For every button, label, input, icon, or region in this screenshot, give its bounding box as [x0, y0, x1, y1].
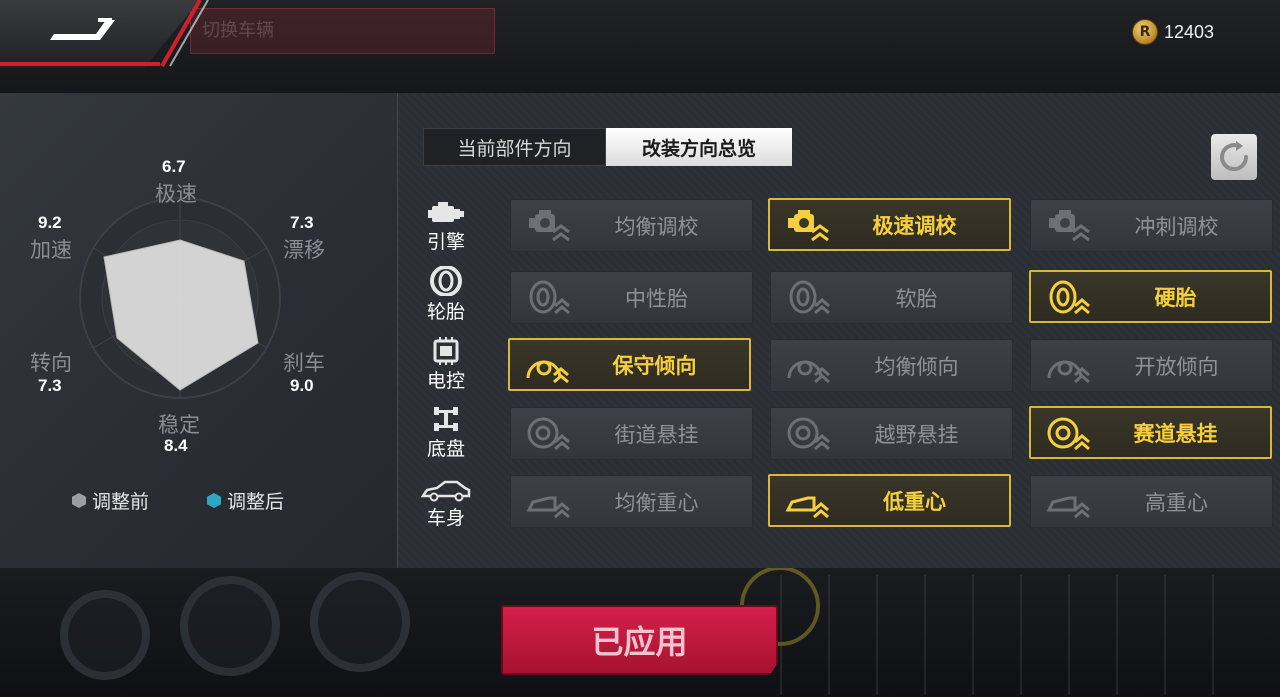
- option-balanced-tendency[interactable]: 均衡倾向: [770, 339, 1013, 392]
- option-neutral-tire[interactable]: 中性胎: [510, 271, 753, 324]
- logo-red-edge: [160, 0, 209, 67]
- tire-icon: [430, 266, 462, 296]
- background-circle: [180, 576, 280, 676]
- radar-legend: 调整前 调整后: [72, 487, 342, 514]
- ecu-chip-icon: [433, 337, 459, 365]
- stat-steering-label: 转向: [30, 351, 72, 375]
- ecu-upgrade-icon: [526, 360, 569, 384]
- ecu-upgrade-icon: [1047, 360, 1090, 384]
- refresh-button[interactable]: [1211, 134, 1257, 180]
- tire-upgrade-icon: [789, 280, 830, 315]
- legend-before: 调整前: [72, 487, 149, 514]
- stat-top-speed-value: 6.7: [162, 157, 186, 176]
- body-upgrade-icon: [526, 496, 570, 519]
- engine-upgrade-icon: [788, 210, 829, 242]
- car-body-icon: [421, 480, 471, 502]
- category-chassis-label: 底盘: [426, 438, 465, 460]
- background-hint-text: 切换车辆: [202, 20, 274, 41]
- currency-display: R 12403: [1132, 18, 1214, 46]
- refresh-icon: [1220, 141, 1249, 172]
- stat-brake-label: 刹车: [283, 351, 325, 375]
- stat-drift-value: 7.3: [290, 213, 314, 232]
- apply-button-label: 已应用: [591, 623, 688, 661]
- ecu-upgrade-icon: [787, 360, 830, 384]
- coin-glyph: R: [1139, 24, 1151, 40]
- background-road: [780, 575, 1260, 695]
- tab-current-parts[interactable]: 当前部件方向: [423, 128, 606, 166]
- tire-upgrade-icon: [529, 280, 570, 315]
- engine-icon: [428, 202, 464, 222]
- tab-current-parts-label: 当前部件方向: [457, 137, 572, 160]
- legend-after-label: 调整后: [227, 491, 285, 513]
- stat-acceleration-value: 9.2: [38, 213, 62, 232]
- background-circle: [310, 572, 410, 672]
- category-chassis: 底盘: [418, 405, 474, 461]
- tab-overview[interactable]: 改装方向总览: [606, 128, 792, 166]
- option-top-speed-tuning[interactable]: 极速调校: [768, 198, 1011, 251]
- category-engine-label: 引擎: [426, 231, 465, 253]
- option-low-center-of-gravity[interactable]: 低重心: [768, 474, 1011, 527]
- stat-stability-value: 8.4: [164, 436, 188, 455]
- apply-button[interactable]: 已应用: [501, 605, 778, 675]
- option-sprint-tuning[interactable]: 冲刺调校: [1030, 199, 1273, 252]
- option-balanced-tuning[interactable]: 均衡调校: [510, 199, 753, 252]
- body-upgrade-icon: [1046, 496, 1090, 519]
- stat-steering-value: 7.3: [38, 376, 62, 395]
- suspension-upgrade-icon: [527, 417, 570, 451]
- background-circle: [60, 590, 150, 680]
- stat-stability-label: 稳定: [158, 413, 200, 437]
- engine-upgrade-icon: [1049, 210, 1090, 242]
- option-conservative-tendency[interactable]: 保守倾向: [508, 338, 751, 391]
- option-street-suspension[interactable]: 街道悬挂: [510, 407, 753, 460]
- hexagon-teal-icon: [207, 493, 222, 508]
- option-soft-tire[interactable]: 软胎: [770, 271, 1013, 324]
- option-high-center-of-gravity[interactable]: 高重心: [1030, 475, 1273, 528]
- category-car-body: 车身: [418, 480, 474, 530]
- stat-drift-label: 漂移: [283, 238, 325, 262]
- category-ecu: 电控: [418, 337, 474, 393]
- category-engine: 引擎: [418, 200, 474, 254]
- hexagon-grey-icon: [72, 493, 86, 508]
- option-track-suspension[interactable]: 赛道悬挂: [1029, 406, 1272, 459]
- stat-top-speed-label: 极速: [155, 182, 197, 206]
- suspension-upgrade-icon: [1047, 417, 1090, 451]
- category-car-body-label: 车身: [426, 507, 465, 529]
- suspension-upgrade-icon: [787, 417, 830, 451]
- option-offroad-suspension[interactable]: 越野悬挂: [770, 407, 1013, 460]
- legend-before-label: 调整前: [92, 491, 150, 513]
- option-open-tendency[interactable]: 开放倾向: [1030, 339, 1273, 392]
- option-balanced-center-of-gravity[interactable]: 均衡重心: [510, 475, 753, 528]
- legend-after: 调整后: [207, 487, 284, 514]
- category-tire: 轮胎: [418, 266, 474, 324]
- engine-upgrade-icon: [529, 210, 570, 242]
- chassis-icon: [434, 407, 458, 431]
- currency-value: 12403: [1164, 21, 1215, 42]
- tire-upgrade-icon: [1049, 280, 1090, 315]
- category-ecu-label: 电控: [426, 370, 465, 392]
- coin-icon: R: [1132, 19, 1158, 45]
- option-hard-tire[interactable]: 硬胎: [1029, 270, 1272, 323]
- tab-bar: 当前部件方向 改装方向总览: [423, 128, 792, 166]
- stat-brake-value: 9.0: [290, 376, 314, 395]
- category-tire-label: 轮胎: [426, 301, 465, 323]
- body-upgrade-icon: [785, 496, 829, 519]
- tab-overview-label: 改装方向总览: [641, 137, 756, 160]
- stat-acceleration-label: 加速: [30, 238, 72, 262]
